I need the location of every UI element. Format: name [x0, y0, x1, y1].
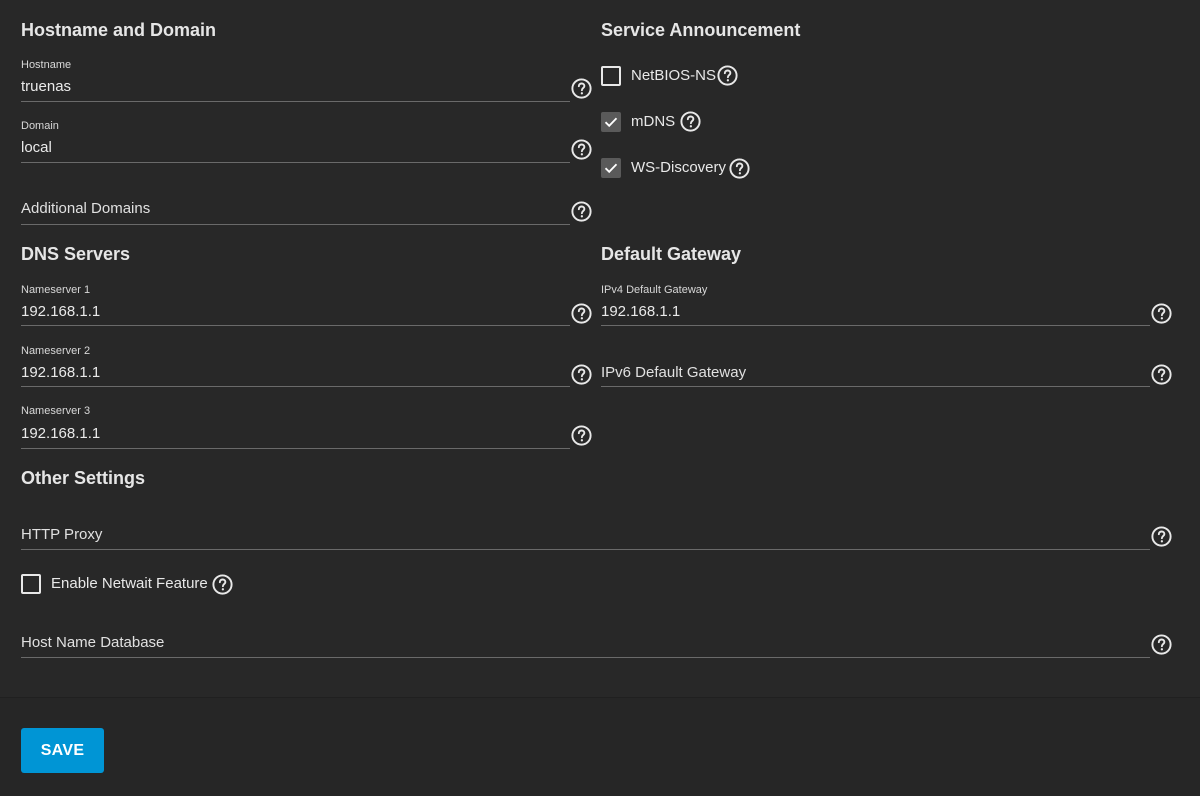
help-circle-icon[interactable]: [1150, 633, 1173, 656]
nameserver1-input[interactable]: 192.168.1.1: [21, 303, 100, 320]
help-circle-icon[interactable]: [728, 157, 751, 180]
check-icon: [604, 117, 618, 128]
ws-discovery-label: WS-Discovery: [631, 159, 727, 176]
hostname-underline: [21, 101, 570, 102]
help-circle-icon[interactable]: [1150, 302, 1173, 325]
help-circle-icon[interactable]: [570, 200, 593, 223]
hostname-field[interactable]: Hostname truenas: [21, 58, 570, 103]
ws-discovery-checkbox[interactable]: [601, 158, 621, 178]
hostname-input[interactable]: truenas: [21, 78, 71, 95]
nameserver3-input[interactable]: 192.168.1.1: [21, 425, 100, 442]
additional-domains-underline: [21, 224, 570, 225]
netwait-checkbox[interactable]: [21, 574, 41, 594]
ipv4-gateway-label: IPv4 Default Gateway: [601, 284, 708, 296]
help-circle-icon[interactable]: [1150, 363, 1173, 386]
domain-input[interactable]: local: [21, 139, 52, 156]
help-circle-icon[interactable]: [570, 302, 593, 325]
mdns-label: mDNS: [631, 113, 676, 130]
save-button[interactable]: SAVE: [21, 728, 104, 773]
nameserver1-field[interactable]: Nameserver 1 192.168.1.1: [21, 283, 570, 328]
ipv6-gateway-underline: [601, 386, 1150, 387]
ipv6-gateway-field[interactable]: IPv6 Default Gateway: [601, 344, 1150, 389]
host-name-database-field[interactable]: Host Name Database: [21, 614, 1150, 659]
nameserver2-underline: [21, 386, 570, 387]
section-title-dns-servers: DNS Servers: [21, 244, 131, 264]
section-title-service-announcement: Service Announcement: [601, 20, 801, 40]
hostname-label: Hostname: [21, 59, 72, 71]
netwait-label: Enable Netwait Feature: [51, 575, 208, 592]
nameserver2-field[interactable]: Nameserver 2 192.168.1.1: [21, 344, 570, 389]
domain-field[interactable]: Domain local: [21, 119, 570, 164]
additional-domains-field[interactable]: Additional Domains: [21, 180, 570, 225]
nameserver1-underline: [21, 325, 570, 326]
netbios-ns-label: NetBIOS-NS: [631, 67, 717, 84]
ipv6-gateway-input[interactable]: IPv6 Default Gateway: [601, 364, 746, 381]
domain-label: Domain: [21, 120, 59, 132]
form-footer: [0, 698, 1200, 796]
help-circle-icon[interactable]: [570, 138, 593, 161]
section-title-other-settings: Other Settings: [21, 468, 146, 488]
help-circle-icon[interactable]: [570, 424, 593, 447]
http-proxy-field[interactable]: HTTP Proxy: [21, 506, 1150, 551]
host-name-database-input[interactable]: Host Name Database: [21, 634, 164, 651]
help-circle-icon[interactable]: [716, 64, 739, 87]
section-title-default-gateway: Default Gateway: [601, 244, 742, 264]
help-circle-icon[interactable]: [570, 77, 593, 100]
nameserver2-label: Nameserver 2: [21, 345, 91, 357]
nameserver3-underline: [21, 448, 570, 449]
nameserver2-input[interactable]: 192.168.1.1: [21, 364, 100, 381]
nameserver3-field[interactable]: Nameserver 3 192.168.1.1: [21, 404, 570, 449]
host-name-database-underline: [21, 657, 1150, 658]
http-proxy-input[interactable]: HTTP Proxy: [21, 526, 102, 543]
mdns-checkbox[interactable]: [601, 112, 621, 132]
nameserver1-label: Nameserver 1: [21, 284, 91, 296]
domain-underline: [21, 162, 570, 163]
nameserver3-label: Nameserver 3: [21, 405, 91, 417]
help-circle-icon[interactable]: [1150, 525, 1173, 548]
ipv4-gateway-input[interactable]: 192.168.1.1: [601, 303, 680, 320]
ipv4-gateway-field[interactable]: IPv4 Default Gateway 192.168.1.1: [601, 283, 1150, 328]
ipv4-gateway-underline: [601, 325, 1150, 326]
help-circle-icon[interactable]: [211, 573, 234, 596]
http-proxy-underline: [21, 549, 1150, 550]
netbios-ns-checkbox[interactable]: [601, 66, 621, 86]
help-circle-icon[interactable]: [679, 110, 702, 133]
check-icon: [604, 163, 618, 174]
section-title-hostname-domain: Hostname and Domain: [21, 20, 217, 40]
additional-domains-input[interactable]: Additional Domains: [21, 200, 150, 217]
network-global-configuration-form: Hostname and Domain Service Announcement…: [0, 0, 1200, 796]
help-circle-icon[interactable]: [570, 363, 593, 386]
